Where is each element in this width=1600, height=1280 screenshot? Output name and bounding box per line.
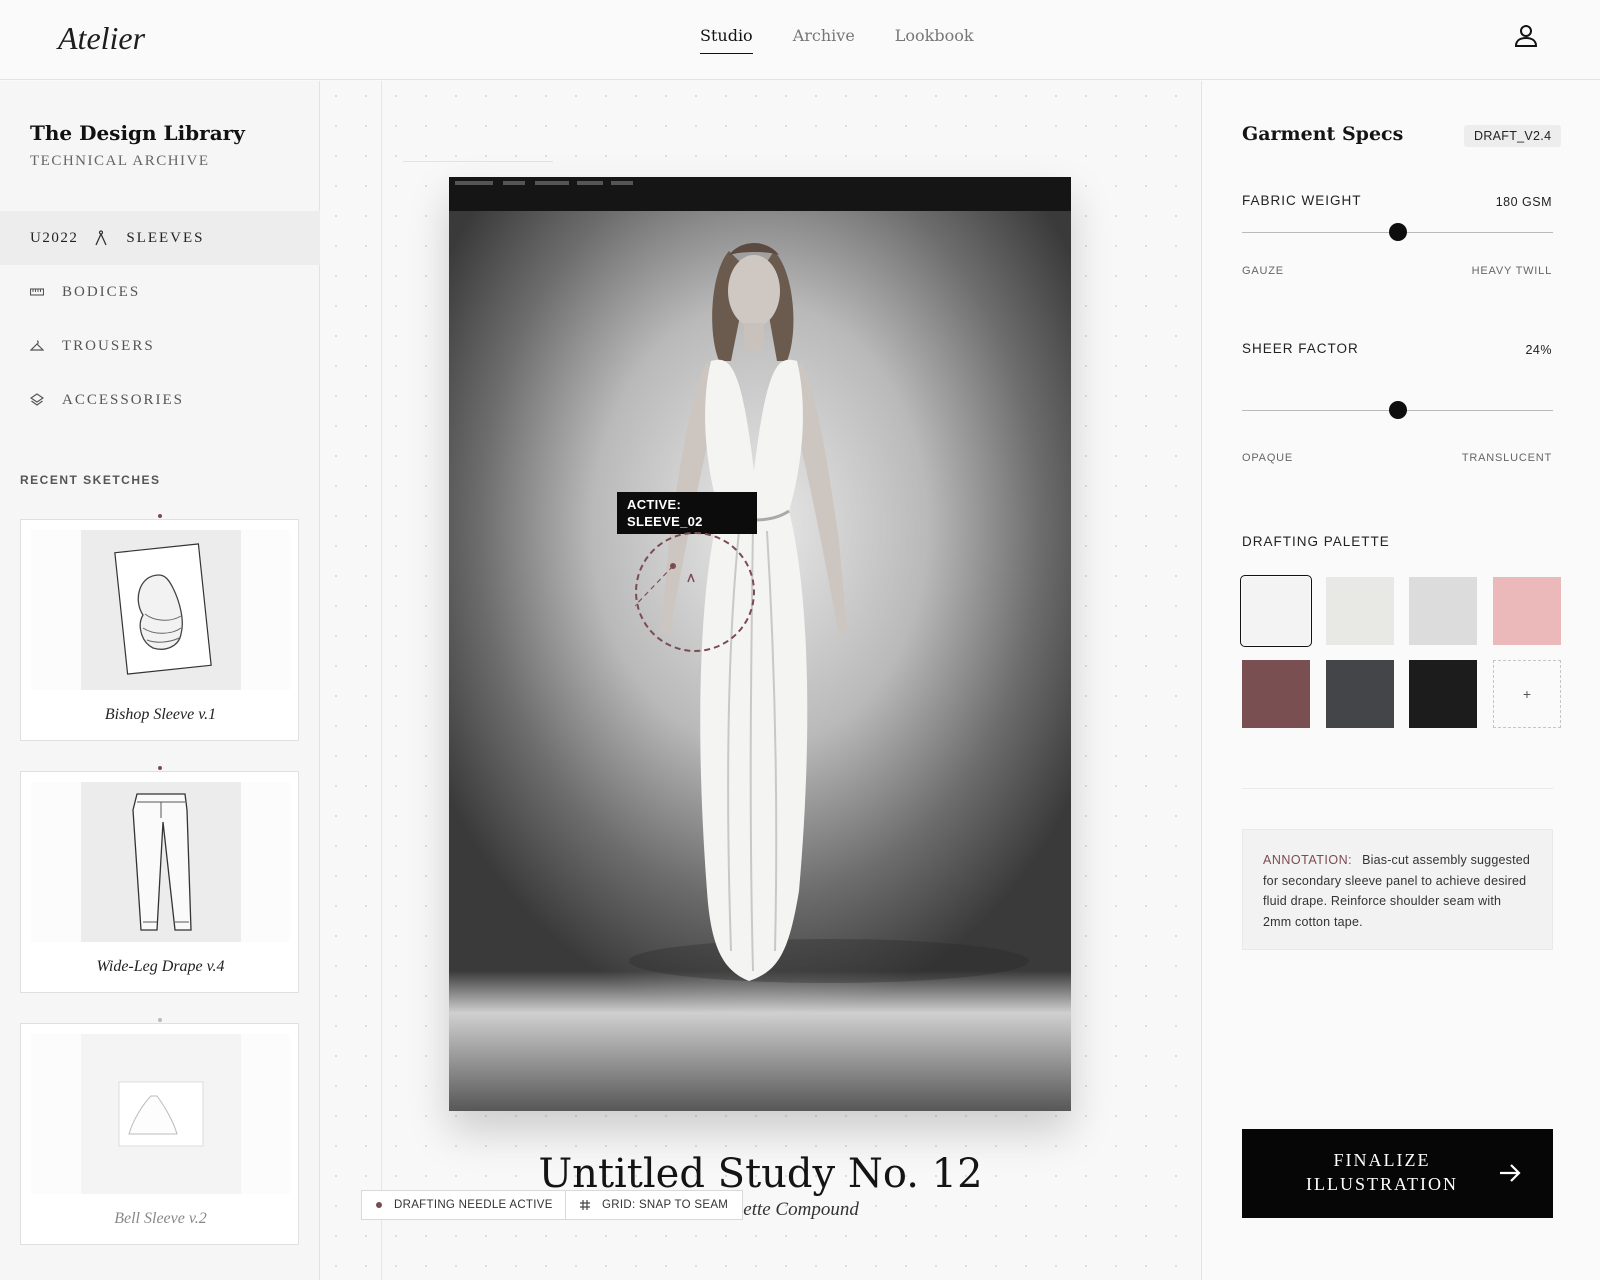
sketch-thumbnail xyxy=(31,782,290,942)
palette-swatch[interactable] xyxy=(1242,660,1310,728)
fabric-weight-min-label: GAUZE xyxy=(1242,265,1284,277)
palette-swatch[interactable] xyxy=(1493,577,1561,645)
sketch-caption: Wide-Leg Drape v.4 xyxy=(96,958,225,975)
annotation-key: ANNOTATION: xyxy=(1263,853,1353,867)
garment-specs-panel: Garment Specs DRAFT_V2.4 FABRIC WEIGHT 1… xyxy=(1201,81,1600,1280)
palette-swatch[interactable] xyxy=(1326,660,1394,728)
top-bar: Atelier Studio Archive Lookbook xyxy=(0,0,1600,80)
category-bodices[interactable]: BODICES xyxy=(0,265,320,319)
divider xyxy=(1242,788,1553,789)
artwork-toolbar-strip xyxy=(449,177,1071,211)
arrow-right-icon xyxy=(1500,1164,1521,1182)
drafting-canvas[interactable]: ACTIVE: SLEEVE_02 Untitled Study No. 12 … xyxy=(321,81,1200,1280)
fabric-weight-slider[interactable] xyxy=(1242,223,1553,241)
status-dot xyxy=(376,1202,382,1208)
drafting-needle-ring[interactable] xyxy=(635,532,755,652)
bell-sleeve-sketch xyxy=(118,1081,204,1147)
category-sleeves[interactable]: U2022 SLEEVES xyxy=(0,211,320,265)
user-icon[interactable] xyxy=(1512,22,1540,50)
sketch-card[interactable]: Bell Sleeve v.2 xyxy=(20,1018,299,1245)
pin-marker xyxy=(158,514,162,518)
annotation-note: ANNOTATION: Bias-cut assembly suggested f… xyxy=(1242,829,1553,950)
category-accessories[interactable]: ACCESSORIES xyxy=(0,373,320,427)
draft-version-badge: DRAFT_V2.4 xyxy=(1464,125,1562,147)
palette-label: DRAFTING PALETTE xyxy=(1242,534,1390,549)
needle-status-chip[interactable]: DRAFTING NEEDLE ACTIVE xyxy=(361,1190,568,1220)
category-label: ACCESSORIES xyxy=(62,391,185,408)
brand-logo[interactable]: Atelier xyxy=(58,20,145,57)
sheer-factor-min-label: OPAQUE xyxy=(1242,452,1294,464)
sheer-factor-value: 24% xyxy=(1525,343,1552,357)
trousers-sketch xyxy=(132,793,192,931)
category-code: U2022 xyxy=(30,229,79,246)
design-library-sidebar: The Design Library TECHNICAL ARCHIVE U20… xyxy=(0,81,320,1280)
compass-icon xyxy=(95,230,107,246)
pin-marker xyxy=(158,766,162,770)
library-subtitle: TECHNICAL ARCHIVE xyxy=(30,153,210,169)
chip-label: GRID: SNAP TO SEAM xyxy=(602,1199,729,1211)
sheer-factor-slider-handle[interactable] xyxy=(1388,401,1407,419)
nav-archive[interactable]: Archive xyxy=(793,26,855,54)
illustration-artwork[interactable]: ACTIVE: SLEEVE_02 xyxy=(449,177,1071,1111)
fabric-weight-max-label: HEAVY TWILL xyxy=(1471,265,1552,277)
category-label: SLEEVES xyxy=(126,229,205,246)
sheer-factor-max-label: TRANSLUCENT xyxy=(1461,452,1552,464)
compass-icon xyxy=(635,563,695,607)
bishop-sleeve-sketch xyxy=(114,543,212,675)
palette-swatch[interactable] xyxy=(1409,660,1477,728)
fabric-weight-value: 180 GSM xyxy=(1495,195,1552,209)
fabric-weight-label: FABRIC WEIGHT xyxy=(1242,193,1362,208)
nav-lookbook[interactable]: Lookbook xyxy=(895,26,974,54)
category-trousers[interactable]: TROUSERS xyxy=(0,319,320,373)
active-element-tag: ACTIVE: SLEEVE_02 xyxy=(617,492,757,534)
hanger-icon xyxy=(30,340,44,351)
chip-label: DRAFTING NEEDLE ACTIVE xyxy=(394,1199,553,1211)
ruler-icon xyxy=(30,288,44,296)
finalize-illustration-button[interactable]: FINALIZE ILLUSTRATION xyxy=(1242,1129,1553,1218)
pin-marker xyxy=(158,1018,162,1022)
fabric-weight-slider-handle[interactable] xyxy=(1388,223,1407,241)
finalize-label: FINALIZE ILLUSTRATION xyxy=(1306,1150,1458,1194)
category-list: U2022 SLEEVES BODICES TROUSERS ACCESSORI… xyxy=(0,211,320,427)
canvas-guide-line xyxy=(381,81,382,1280)
grid-snap-chip[interactable]: GRID: SNAP TO SEAM xyxy=(565,1190,744,1220)
palette-swatch[interactable] xyxy=(1240,575,1312,647)
recent-sketches-label: RECENT SKETCHES xyxy=(20,473,161,487)
grid-icon xyxy=(580,1200,590,1210)
sheer-factor-slider[interactable] xyxy=(1242,401,1553,419)
sketch-card[interactable]: Wide-Leg Drape v.4 xyxy=(20,766,299,993)
sketch-card[interactable]: Bishop Sleeve v.1 xyxy=(20,514,299,741)
sketch-thumbnail xyxy=(31,530,290,690)
sketch-caption: Bell Sleeve v.2 xyxy=(114,1210,207,1227)
sketch-caption: Bishop Sleeve v.1 xyxy=(104,706,217,723)
main-nav: Studio Archive Lookbook xyxy=(700,26,974,54)
layers-icon xyxy=(30,393,44,406)
specs-title: Garment Specs xyxy=(1242,123,1404,145)
category-label: BODICES xyxy=(62,283,141,300)
palette-swatch[interactable] xyxy=(1326,577,1394,645)
library-title: The Design Library xyxy=(30,121,245,145)
canvas-guide-tick xyxy=(403,161,553,162)
sketch-thumbnail xyxy=(31,1034,290,1194)
category-label: TROUSERS xyxy=(62,337,155,354)
nav-studio[interactable]: Studio xyxy=(700,26,753,54)
fashion-illustration xyxy=(449,211,1071,1111)
sheer-factor-label: SHEER FACTOR xyxy=(1242,341,1359,356)
add-swatch-button[interactable]: + xyxy=(1493,660,1561,728)
palette-swatch[interactable] xyxy=(1409,577,1477,645)
